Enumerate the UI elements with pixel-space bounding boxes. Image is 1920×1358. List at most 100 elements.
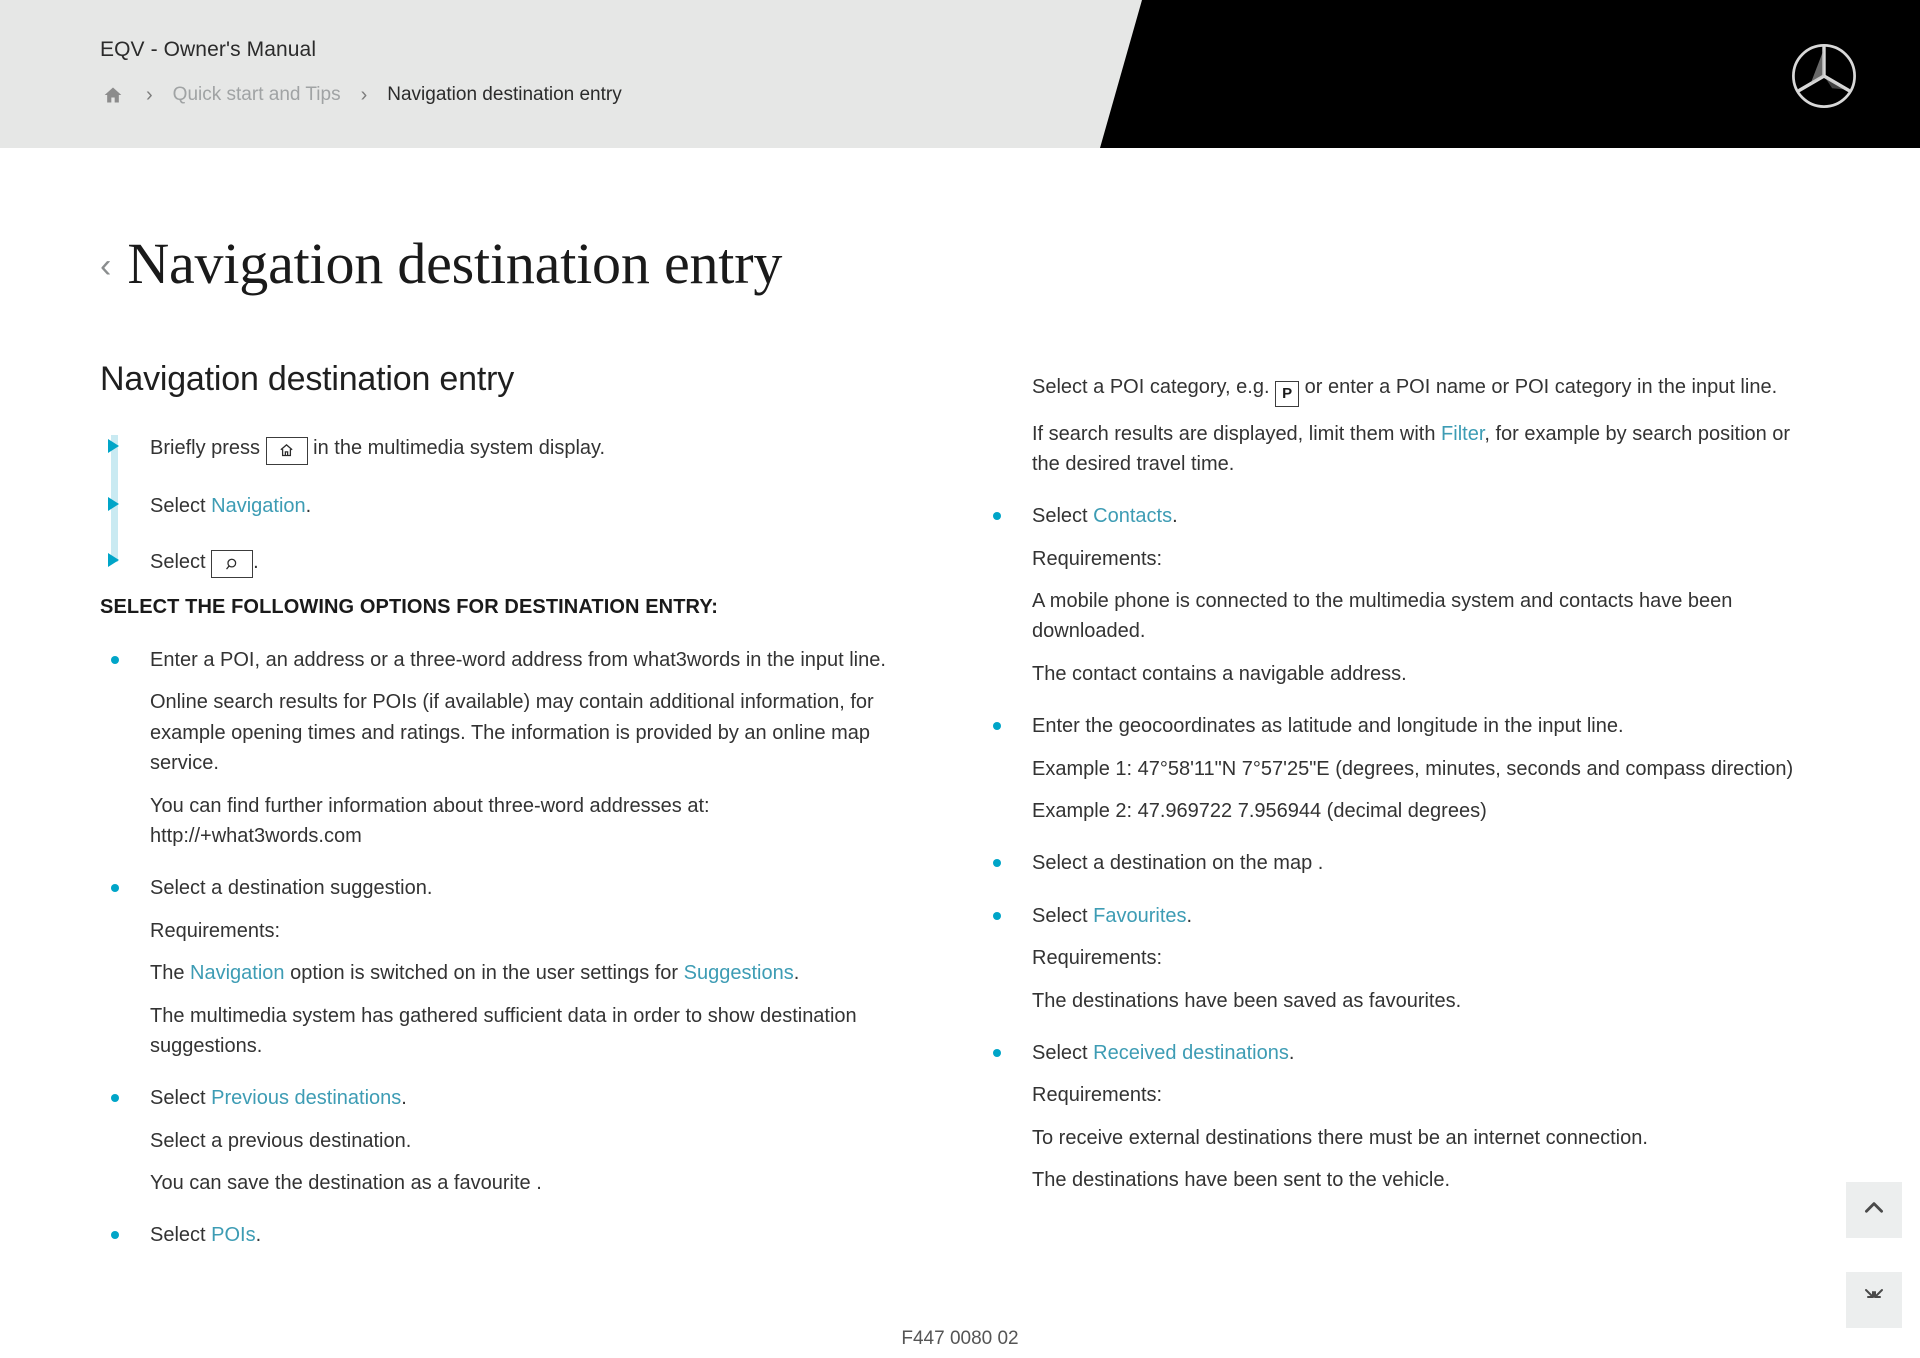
- option-lead: Enter the geocoordinates as latitude and…: [1032, 715, 1624, 738]
- list-item: Select POIs.: [100, 1220, 910, 1250]
- options-subheading: SELECT THE FOLLOWING OPTIONS FOR DESTINA…: [100, 596, 719, 618]
- link-navigation[interactable]: Navigation: [211, 495, 306, 517]
- option-paragraph: Example 1: 47°58'11"N 7°57'25"E (degrees…: [1032, 757, 1794, 780]
- option-paragraph: You can find further information about t…: [150, 794, 710, 847]
- list-item: Select Previous destinations. Select a p…: [100, 1083, 910, 1198]
- link-filter[interactable]: Filter: [1441, 423, 1484, 445]
- step-text-after: in the multimedia system display.: [307, 437, 606, 459]
- option-paragraph: You can save the destination as a favour…: [150, 1172, 542, 1195]
- right-column: Select a POI category, e.g. P or enter a…: [940, 360, 1920, 1273]
- step-text-before: Briefly press: [150, 437, 266, 459]
- step-text-after: .: [305, 494, 312, 517]
- bullet-dot-icon: [993, 911, 1001, 920]
- option-paragraph: Requirements:: [1032, 547, 1163, 570]
- option-paragraph: The contact contains a navigable address…: [1032, 662, 1407, 685]
- option-paragraph: The destinations have been sent to the v…: [1032, 1169, 1451, 1192]
- triangle-bullet-icon: [108, 496, 119, 511]
- section-heading: Navigation destination entry: [100, 360, 514, 398]
- link-received-destinations[interactable]: Received destinations: [1093, 1042, 1289, 1064]
- bullet-dot-icon: [993, 1048, 1001, 1057]
- poi-text-before: Select a POI category, e.g.: [1032, 376, 1276, 398]
- link-suggestions[interactable]: Suggestions: [684, 962, 794, 984]
- filter-text-before: If search results are displayed, limit t…: [1032, 422, 1442, 445]
- step-text-before: Select: [150, 550, 212, 573]
- list-item: Select a destination suggestion. Require…: [100, 873, 910, 1061]
- option-lead: Select Contacts.: [1032, 501, 1810, 531]
- option-lead: Select a destination on the map .: [1032, 852, 1324, 875]
- list-item: Select Favourites. Requirements: The des…: [982, 901, 1810, 1016]
- link-contacts[interactable]: Contacts: [1093, 505, 1172, 527]
- lead-text-before: Select: [1032, 904, 1094, 927]
- parking-key-icon: P: [1275, 380, 1300, 407]
- option-paragraph: Select a previous destination.: [150, 1129, 412, 1152]
- req-text-before: The: [150, 962, 191, 985]
- action-steps-list: Briefly press in the multimedia system d…: [100, 433, 910, 578]
- bullet-dot-icon: [111, 1094, 119, 1103]
- lead-text-suffix: .: [1186, 904, 1193, 927]
- bullet-dot-icon: [993, 722, 1001, 731]
- option-paragraph: Enter a POI, an address or a three-word …: [150, 649, 886, 671]
- mercedes-benz-star-logo: [1790, 42, 1858, 110]
- poi-intro-paragraph: Select a POI category, e.g. P or enter a…: [982, 372, 1810, 479]
- scroll-to-top-button[interactable]: [1846, 1182, 1902, 1238]
- back-chevron-icon[interactable]: ‹: [100, 249, 111, 283]
- step-text-after: .: [253, 550, 259, 573]
- link-favourites[interactable]: Favourites: [1093, 905, 1186, 927]
- option-paragraph: Requirements:: [1032, 1084, 1163, 1107]
- lead-text-suffix: .: [1172, 505, 1178, 528]
- option-paragraph: To receive external destinations there m…: [1032, 1126, 1648, 1149]
- bullet-dot-icon: [993, 512, 1001, 521]
- triangle-bullet-icon: [108, 552, 119, 567]
- lead-text-before: Select: [150, 1224, 212, 1247]
- lead-text-suffix: .: [255, 1224, 262, 1247]
- options-list-right: Select Contacts. Requirements: A mobile …: [982, 501, 1810, 1195]
- option-lead: Select a destination suggestion.: [150, 877, 433, 900]
- option-paragraph: A mobile phone is connected to the multi…: [1032, 590, 1733, 643]
- link-navigation[interactable]: Navigation: [190, 962, 285, 984]
- option-lead: Select Previous destinations.: [150, 1083, 910, 1113]
- breadcrumb-item-quick-start[interactable]: Quick start and Tips: [173, 84, 341, 106]
- breadcrumb-separator-1: ›: [146, 83, 153, 106]
- home-icon[interactable]: [100, 82, 126, 108]
- lead-text-suffix: .: [1288, 1041, 1295, 1064]
- filter-line: If search results are displayed, limit t…: [1032, 419, 1810, 480]
- link-pois[interactable]: POIs: [211, 1224, 255, 1246]
- options-list-left: Enter a POI, an address or a three-word …: [100, 645, 910, 1251]
- option-lead: Select Favourites.: [1032, 901, 1810, 931]
- poi-text-after: or enter a POI name or POI category in t…: [1299, 376, 1778, 398]
- page-title-row: ‹ Navigation destination entry: [0, 195, 782, 334]
- option-lead: Select Received destinations.: [1032, 1038, 1810, 1068]
- option-paragraph: Requirements:: [1032, 947, 1163, 970]
- search-key-icon: [211, 550, 254, 578]
- step-item: Select Navigation.: [100, 491, 910, 521]
- breadcrumb-item-current: Navigation destination entry: [387, 84, 622, 105]
- bullet-dot-icon: [111, 884, 119, 893]
- option-paragraph: Example 2: 47.969722 7.956944 (decimal d…: [1032, 800, 1487, 823]
- page-title: Navigation destination entry: [127, 230, 783, 296]
- list-item: Select Received destinations. Requiremen…: [982, 1038, 1810, 1196]
- lead-text-before: Select: [1032, 505, 1094, 528]
- list-item: Enter a POI, an address or a three-word …: [100, 645, 910, 851]
- home-key-icon: [265, 436, 308, 465]
- collapse-button[interactable]: [1846, 1272, 1902, 1328]
- link-previous-destinations[interactable]: Previous destinations: [211, 1087, 401, 1109]
- left-column: Navigation destination entry Briefly pre…: [0, 360, 940, 1273]
- manual-title: EQV - Owner's Manual: [100, 38, 317, 61]
- option-paragraph: Requirements:: [150, 919, 281, 942]
- step-item: Briefly press in the multimedia system d…: [100, 433, 910, 465]
- bullet-dot-icon: [111, 656, 119, 664]
- footer-document-code: F447 0080 02: [901, 1328, 1019, 1349]
- list-item: Select a destination on the map .: [982, 848, 1810, 878]
- breadcrumb: › Quick start and Tips › Navigation dest…: [100, 82, 622, 108]
- list-item: Select Contacts. Requirements: A mobile …: [982, 501, 1810, 689]
- lead-text-suffix: .: [401, 1087, 407, 1110]
- bullet-dot-icon: [993, 859, 1001, 868]
- content-area: Navigation destination entry Briefly pre…: [0, 360, 1920, 1273]
- option-requirement-line: The Navigation option is switched on in …: [150, 958, 910, 988]
- collapse-arrows-icon: [1862, 1286, 1886, 1315]
- req-text-suffix: .: [793, 962, 800, 985]
- req-text-middle: option is switched on in the user settin…: [284, 962, 684, 985]
- step-text-before: Select: [150, 494, 212, 517]
- option-paragraph: The multimedia system has gathered suffi…: [150, 1004, 857, 1057]
- page-header: EQV - Owner's Manual › Quick start and T…: [0, 0, 1920, 148]
